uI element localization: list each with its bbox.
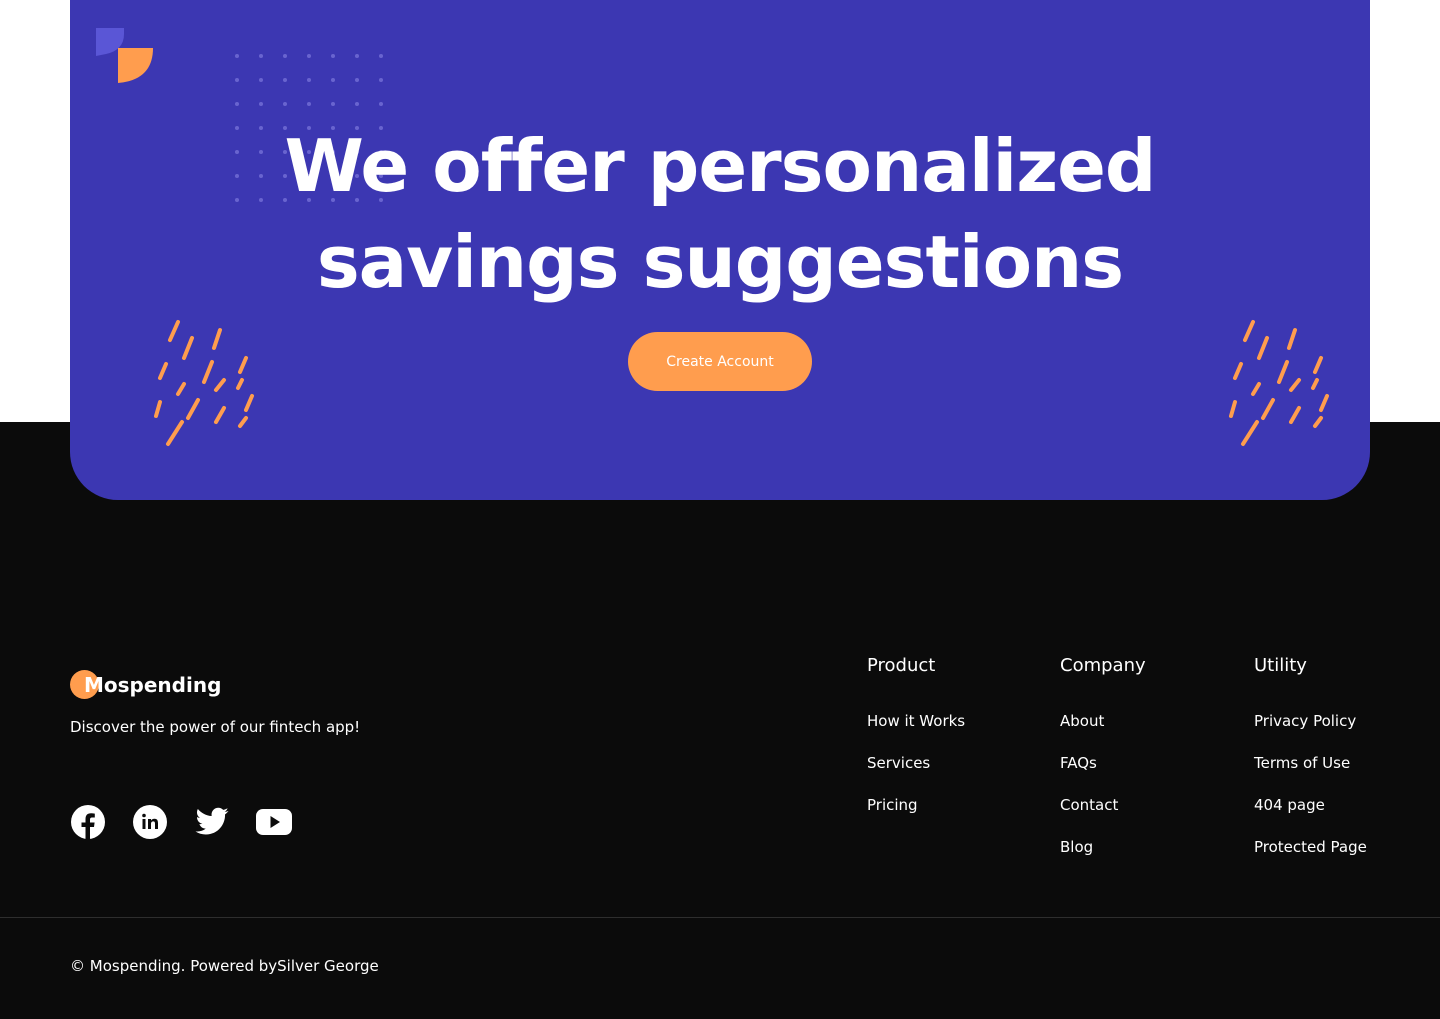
dash-decoration-left [154,320,254,446]
link-how-it-works[interactable]: How it Works [867,712,965,754]
link-pricing[interactable]: Pricing [867,796,965,838]
decor-dot [283,78,287,82]
decor-dot [379,54,383,58]
decor-dot [331,78,335,82]
link-blog[interactable]: Blog [1060,838,1146,880]
decor-dot [379,102,383,106]
corner-shape-icon [96,28,153,83]
column-title-utility: Utility [1254,655,1307,676]
link-terms-of-use[interactable]: Terms of Use [1254,754,1367,796]
link-services[interactable]: Services [867,754,965,796]
column-title-product: Product [867,655,936,676]
copyright-text: © Mospending. Powered bySilver George [70,957,379,975]
decor-dot [283,54,287,58]
decor-dot [235,78,239,82]
footer-column-utility: Utility Privacy Policy Terms of Use 404 … [1254,655,1367,880]
decor-dot [331,54,335,58]
facebook-icon[interactable] [70,804,106,840]
link-about[interactable]: About [1060,712,1146,754]
decor-dot [307,78,311,82]
link-faqs[interactable]: FAQs [1060,754,1146,796]
decor-dot [259,78,263,82]
cta-title-line2: savings suggestions [316,220,1124,304]
social-links [70,804,292,840]
decor-dot [259,102,263,106]
decor-dot [355,78,359,82]
decor-dot [331,102,335,106]
dash-decoration-right [1229,320,1329,446]
link-404-page[interactable]: 404 page [1254,796,1367,838]
decor-dot [355,54,359,58]
column-title-company: Company [1060,655,1146,676]
linkedin-icon[interactable] [132,804,168,840]
cta-title: We offer personalized savings suggestion… [70,118,1370,310]
cta-title-line1: We offer personalized [284,124,1157,208]
decor-dot [355,102,359,106]
link-contact[interactable]: Contact [1060,796,1146,838]
footer-divider [0,917,1440,918]
link-privacy-policy[interactable]: Privacy Policy [1254,712,1367,754]
decor-dot [283,102,287,106]
footer-column-product: Product How it Works Services Pricing [867,655,965,838]
decor-dot [235,54,239,58]
cta-card: We offer personalized savings suggestion… [70,0,1370,500]
footer-tagline: Discover the power of our fintech app! [70,718,361,736]
create-account-button[interactable]: Create Account [628,332,812,391]
decor-dot [379,78,383,82]
decor-dot [307,102,311,106]
decor-dot [235,102,239,106]
footer-brand[interactable]: Mospending [70,670,221,700]
footer-column-company: Company About FAQs Contact Blog [1060,655,1146,880]
brand-name: Mospending [84,673,222,697]
decor-dot [259,54,263,58]
decor-dot [307,54,311,58]
link-protected-page[interactable]: Protected Page [1254,838,1367,880]
youtube-icon[interactable] [256,804,292,840]
twitter-icon[interactable] [194,804,230,840]
